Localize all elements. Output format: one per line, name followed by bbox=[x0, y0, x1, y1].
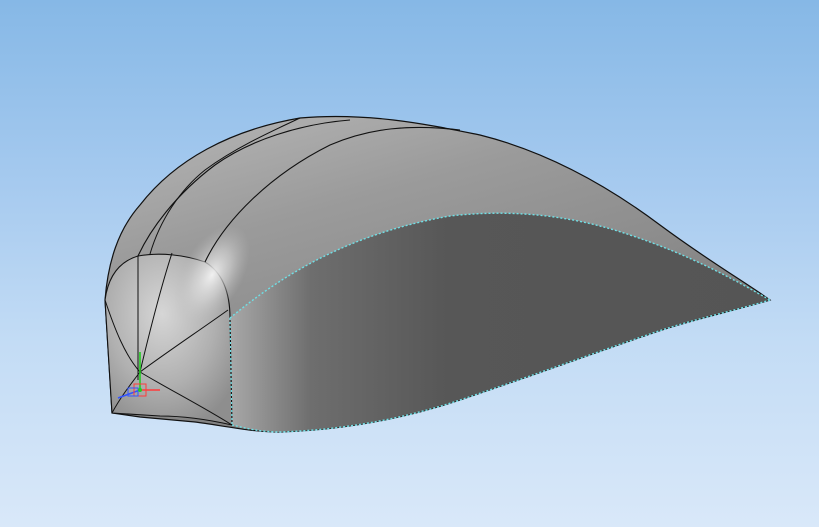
model-canvas[interactable] bbox=[0, 0, 819, 527]
3d-viewport[interactable] bbox=[0, 0, 819, 527]
cad-model[interactable] bbox=[104, 115, 772, 433]
